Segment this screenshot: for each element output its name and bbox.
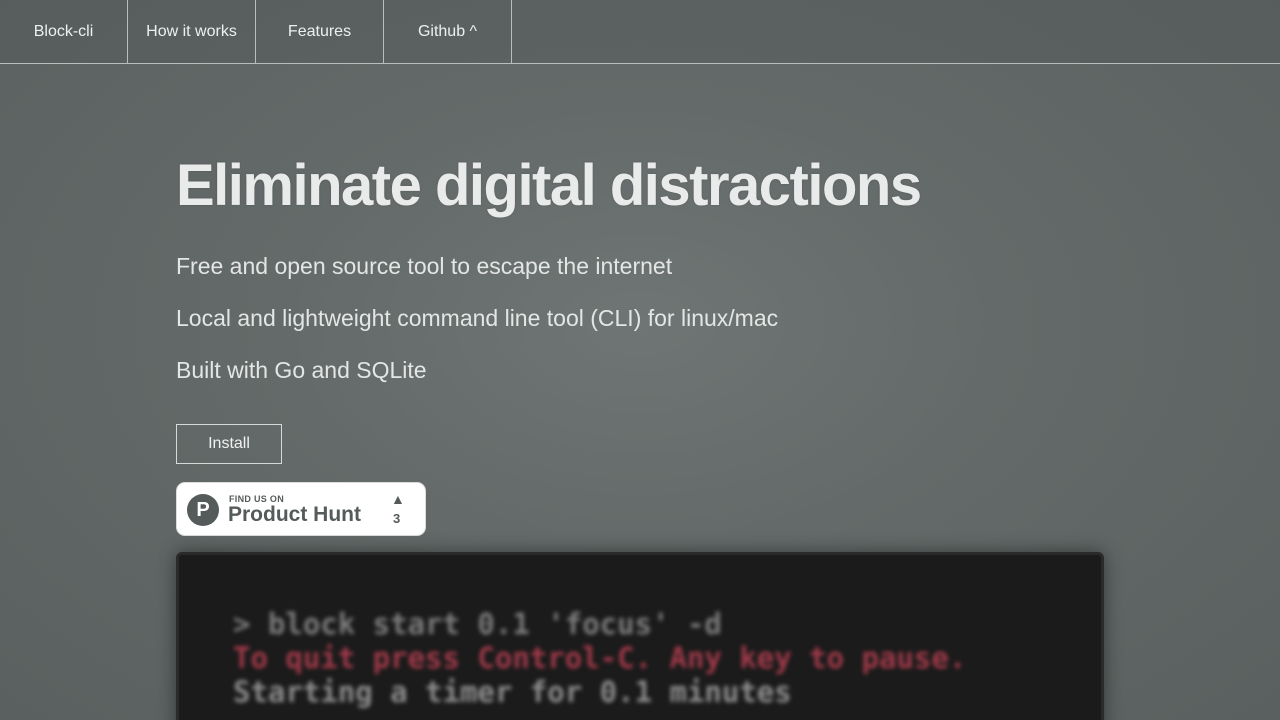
- terminal-command-line: > block start 0.1 'focus' -d: [233, 607, 722, 641]
- product-hunt-name: Product Hunt: [228, 503, 361, 526]
- top-navbar: Block-cli How it works Features Github ^: [0, 0, 1280, 64]
- product-hunt-badge[interactable]: P FIND US ON Product Hunt ▲ 3: [176, 482, 426, 536]
- terminal-demo: > block start 0.1 'focus' -d To quit pre…: [176, 552, 1104, 720]
- hero-title: Eliminate digital distractions: [176, 153, 922, 218]
- tagline-open-source: Free and open source tool to escape the …: [176, 253, 673, 279]
- upvote-arrow-icon: ▲: [391, 491, 405, 507]
- tagline-cli: Local and lightweight command line tool …: [176, 305, 779, 331]
- install-button[interactable]: Install: [176, 424, 282, 464]
- nav-item-how-it-works[interactable]: How it works: [128, 0, 256, 63]
- nav-item-features[interactable]: Features: [256, 0, 384, 63]
- nav-item-github[interactable]: Github ^: [384, 0, 512, 63]
- terminal-warning-line: To quit press Control-C. Any key to paus…: [233, 641, 967, 675]
- product-hunt-logo-icon: P: [187, 494, 219, 526]
- tagline-built-with: Built with Go and SQLite: [176, 357, 427, 383]
- nav-item-block-cli[interactable]: Block-cli: [0, 0, 128, 63]
- upvote-count: 3: [393, 511, 401, 526]
- hero-section: Eliminate digital distractions Free and …: [176, 150, 1106, 383]
- terminal-output-line: Starting a timer for 0.1 minutes: [233, 675, 792, 709]
